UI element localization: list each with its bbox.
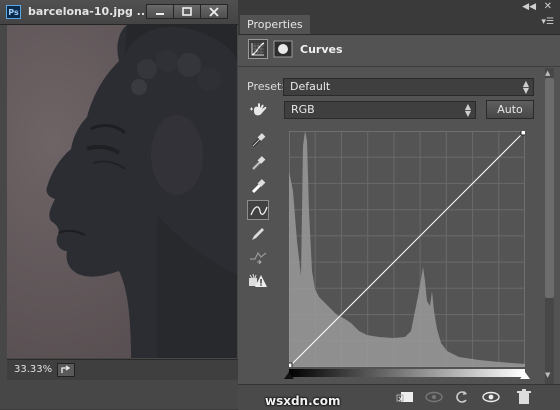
maximize-icon — [182, 7, 192, 16]
dropdown-arrows-icon: ▲ ▼ — [522, 79, 529, 95]
document-window: Ps barcelona-10.jpg ... 33.33% — [0, 0, 239, 409]
curves-adjustment-icon[interactable] — [248, 39, 268, 59]
close-button[interactable] — [200, 4, 228, 19]
target-adjust-hand-icon[interactable] — [249, 101, 271, 119]
channel-select[interactable]: RGB ▲ ▼ — [284, 101, 476, 119]
panel-top-strip: ◀◀ ✕ — [238, 0, 560, 14]
panel-scrollbar-thumb[interactable] — [545, 78, 554, 298]
document-window-bottom — [0, 380, 238, 409]
input-levels-gradient — [289, 369, 525, 377]
black-point-handle — [289, 362, 293, 367]
trash-icon[interactable] — [514, 389, 534, 405]
panel-tab-bar: Properties ▾☰ — [238, 14, 560, 35]
adjustment-title: Curves — [300, 43, 343, 56]
tab-properties[interactable]: Properties — [240, 15, 310, 34]
layer-mask-icon[interactable] — [273, 40, 293, 58]
document-title: barcelona-10.jpg ... — [28, 5, 150, 18]
scroll-down-arrow-icon[interactable]: ▼ — [545, 371, 550, 379]
scroll-up-arrow-icon[interactable]: ▲ — [545, 69, 550, 77]
double-chevron-left-icon[interactable]: ◀◀ — [522, 2, 536, 12]
minimize-icon — [156, 13, 164, 15]
channel-value: RGB — [291, 103, 315, 116]
document-titlebar[interactable]: Ps barcelona-10.jpg ... — [0, 0, 238, 25]
pencil-draw-icon[interactable] — [247, 224, 269, 244]
preset-select[interactable]: Default ▲ ▼ — [283, 78, 534, 96]
minimize-button[interactable] — [146, 4, 174, 19]
sample-gray-point-eyedropper-icon[interactable] — [247, 153, 269, 173]
sample-white-point-eyedropper-icon[interactable] — [247, 176, 269, 196]
clipping-warning-icon[interactable] — [247, 270, 269, 290]
statue-photo — [7, 25, 237, 358]
white-input-slider[interactable] — [520, 372, 530, 379]
divider — [238, 66, 560, 67]
visibility-eye-icon[interactable] — [481, 389, 501, 405]
smooth-curve-icon[interactable] — [247, 246, 269, 266]
properties-panel: ◀◀ ✕ Properties ▾☰ Curves Preset: Defaul… — [238, 0, 560, 410]
dropdown-arrows-icon: ▲ ▼ — [464, 102, 471, 118]
document-status-bar: 33.33% — [7, 359, 238, 380]
clip-to-layer-icon[interactable] — [396, 389, 416, 405]
auto-button[interactable]: Auto — [486, 100, 534, 119]
adjustment-header: Curves — [238, 35, 560, 65]
sample-black-point-eyedropper-icon[interactable] — [247, 130, 269, 150]
white-point-handle — [520, 131, 525, 136]
preset-value: Default — [290, 80, 331, 93]
curve-points-icon[interactable] — [247, 200, 269, 220]
close-icon[interactable]: ✕ — [544, 1, 552, 12]
preset-label: Preset: — [247, 80, 286, 93]
curves-graph[interactable] — [289, 131, 525, 367]
document-canvas-image[interactable] — [7, 25, 237, 358]
watermark: wsxdn.com — [265, 394, 341, 408]
close-icon — [209, 7, 219, 17]
panel-menu-icon[interactable]: ▾☰ — [541, 17, 554, 27]
black-input-slider[interactable] — [284, 372, 294, 379]
maximize-button[interactable] — [173, 4, 201, 19]
photoshop-logo: Ps — [6, 5, 21, 19]
zoom-level[interactable]: 33.33% — [14, 364, 52, 375]
reset-icon[interactable] — [452, 389, 472, 405]
status-info-button[interactable] — [57, 363, 75, 377]
share-arrow-icon — [61, 365, 71, 373]
view-previous-state-icon[interactable] — [424, 389, 444, 405]
